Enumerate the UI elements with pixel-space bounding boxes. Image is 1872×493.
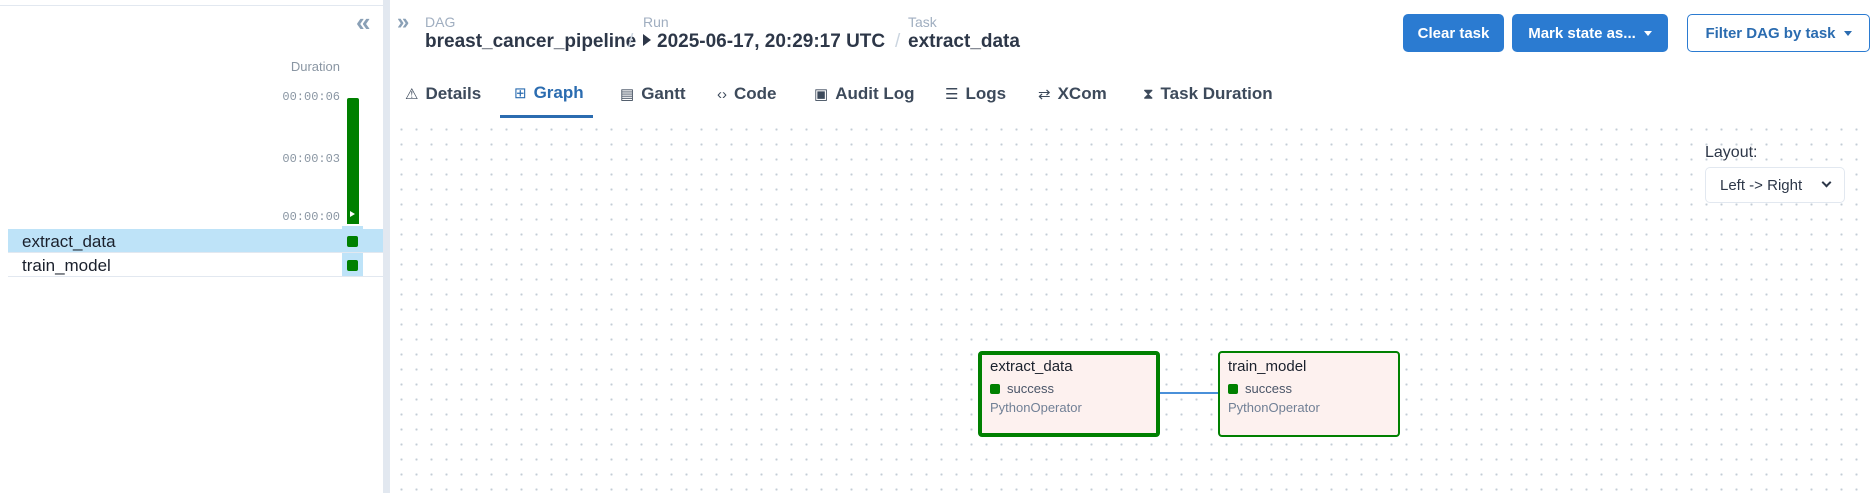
tab-gantt[interactable]: ▤ Gantt [620,70,692,118]
tab-graph[interactable]: ⊞ Graph [500,70,593,118]
tab-label: Audit Log [835,84,915,103]
tab-label: Details [425,84,482,103]
list-lines-icon: ☰ [945,86,959,103]
collapse-panel-icon[interactable]: « [356,9,370,35]
graph-node-train-model[interactable]: train_model success PythonOperator [1218,351,1400,437]
layout-select-value: Left -> Right [1720,176,1803,194]
tab-task-duration[interactable]: ⧗ Task Duration [1143,70,1283,118]
tab-code[interactable]: ‹› Code [717,70,787,118]
node-operator: PythonOperator [1228,400,1320,415]
panel-resize-handle[interactable] [383,0,390,493]
grid-panel: « Duration 00:00:06 00:00:03 00:00:00 ex… [0,0,385,493]
tab-label: Gantt [641,84,686,103]
chevron-down-icon [1843,30,1852,36]
duration-tick: 00:00:06 [282,90,340,104]
breadcrumb-separator: / [895,31,901,52]
graph-edge [1160,392,1218,394]
gantt-icon: ▤ [620,86,635,103]
node-task-name: train_model [1228,358,1307,375]
task-instance-status-square[interactable] [347,236,358,247]
node-state-label: success [1245,381,1292,396]
chevron-down-icon [1643,30,1652,36]
hourglass-icon: ⧗ [1143,85,1154,103]
tab-logs[interactable]: ☰ Logs [945,70,1011,118]
breadcrumb-dag-value: breast_cancer_pipeline [425,31,637,52]
graph-node-extract-data[interactable]: extract_data success PythonOperator [978,351,1160,437]
clear-task-label: Clear task [1417,24,1490,42]
panel-top-divider [0,5,385,6]
breadcrumb-run-value: 2025-06-17, 20:29:17 UTC [657,31,886,52]
graph-canvas[interactable]: Layout: Left -> Right extract_data succe… [390,118,1868,493]
mark-state-button[interactable]: Mark state as... [1512,14,1668,52]
layout-label: Layout: [1705,144,1758,161]
swap-arrows-icon: ⇄ [1038,86,1051,103]
filter-dag-label: Filter DAG by task [1705,24,1836,42]
breadcrumb-task[interactable]: Task extract_data [908,14,1020,53]
breadcrumb-task-value: extract_data [908,31,1020,52]
breadcrumb-dag-label: DAG [425,14,456,30]
duration-header: Duration [290,59,340,74]
duration-tick: 00:00:03 [282,152,340,166]
expand-panel-icon[interactable]: » [397,9,409,35]
chevron-down-icon [1821,177,1832,188]
layout-select[interactable]: Left -> Right [1705,167,1845,203]
node-state: success [1228,381,1292,396]
node-state-label: success [1007,381,1054,396]
play-icon [643,34,651,46]
node-task-name: extract_data [990,358,1073,375]
details-header: » DAG breast_cancer_pipeline / Run 2025-… [390,0,1872,188]
tab-label: Graph [533,82,584,102]
tab-label: Task Duration [1160,84,1273,103]
node-operator: PythonOperator [990,400,1082,415]
file-log-icon: ▣ [814,86,829,103]
task-name: train_model [22,256,111,275]
task-instance-status-square[interactable] [347,260,358,271]
tab-label: XCom [1057,84,1107,103]
breadcrumb-run-label: Run [643,14,669,30]
filter-dag-button[interactable]: Filter DAG by task [1687,14,1870,52]
breadcrumb-task-label: Task [908,14,937,30]
duration-tick: 00:00:00 [282,210,340,224]
node-state: success [990,381,1054,396]
status-square-icon [1228,383,1238,394]
tab-label: Code [734,84,777,103]
code-icon: ‹› [717,85,727,103]
breadcrumb-dag[interactable]: DAG breast_cancer_pipeline [425,14,636,53]
tab-audit-log[interactable]: ▣ Audit Log [814,70,918,118]
status-square-icon [990,383,1000,394]
task-row-extract-data[interactable]: extract_data [8,229,384,253]
tab-bar: ⚠ Details ⊞ Graph ▤ Gantt ‹› Code ▣ Audit Log… [390,70,1872,188]
task-row-train-model[interactable]: train_model [8,253,384,277]
breadcrumb-separator: / [628,31,634,52]
tab-xcom[interactable]: ⇄ XCom [1038,70,1112,118]
task-name: extract_data [22,232,116,251]
tab-details[interactable]: ⚠ Details [405,70,487,118]
graph-icon: ⊞ [514,84,527,102]
tab-label: Logs [965,84,1007,103]
clear-task-button[interactable]: Clear task [1403,14,1504,52]
breadcrumb-run[interactable]: Run 2025-06-17, 20:29:17 UTC [643,14,885,53]
run-duration-bar[interactable] [347,98,359,224]
warning-triangle-icon: ⚠ [405,86,419,103]
play-icon [350,211,355,217]
mark-state-label: Mark state as... [1528,24,1636,42]
